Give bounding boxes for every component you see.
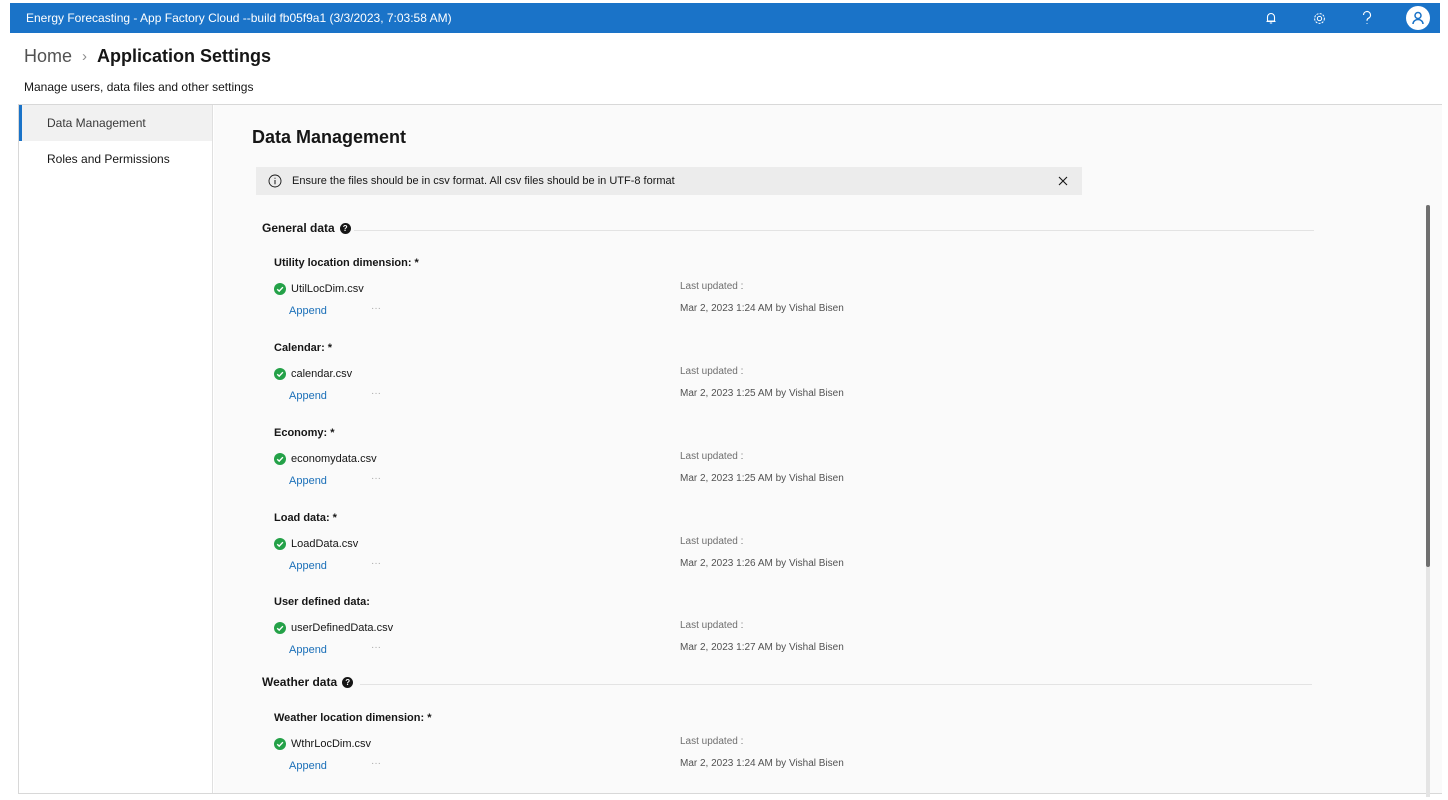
bell-icon[interactable] <box>1262 9 1280 27</box>
item-label: Weather location dimension: * <box>274 712 432 724</box>
section-general-data: General data ? <box>262 221 351 235</box>
check-circle-icon <box>274 622 286 634</box>
append-link[interactable]: Append <box>289 760 327 772</box>
last-updated-value: Mar 2, 2023 1:25 AM by Vishal Bisen <box>680 388 844 399</box>
section-heading: Weather data <box>262 675 338 689</box>
sidebar: Data Management Roles and Permissions <box>19 105 213 793</box>
check-circle-icon <box>274 283 286 295</box>
file-name: WthrLocDim.csv <box>291 738 372 750</box>
breadcrumb: Home › Application Settings <box>24 46 271 67</box>
user-avatar-icon[interactable] <box>1406 6 1430 30</box>
last-updated-label: Last updated : <box>680 736 744 747</box>
scrollbar-thumb[interactable] <box>1426 205 1430 567</box>
data-file-item: User defined data: userDefinedData.csv A… <box>274 596 974 666</box>
section-title: Data Management <box>252 127 407 147</box>
sidebar-item-data-management[interactable]: Data Management <box>19 105 212 141</box>
section-heading: General data <box>262 221 335 235</box>
data-file-item: Utility location dimension: * UtilLocDim… <box>274 257 974 327</box>
help-icon[interactable] <box>1358 9 1376 27</box>
close-icon[interactable] <box>1056 174 1070 188</box>
file-entry: WthrLocDim.csv <box>274 738 371 750</box>
divider <box>360 684 1312 685</box>
vertical-scrollbar[interactable] <box>1426 205 1430 797</box>
data-file-item: Economy: * economydata.csv Append ··· La… <box>274 427 974 497</box>
last-updated-value: Mar 2, 2023 1:25 AM by Vishal Bisen <box>680 473 844 484</box>
item-label: Utility location dimension: * <box>274 257 419 269</box>
section-weather-data: Weather data ? <box>262 675 354 689</box>
file-name: UtilLocDim.csv <box>291 283 364 295</box>
data-file-item: Load data: * LoadData.csv Append ··· Las… <box>274 512 974 582</box>
append-link[interactable]: Append <box>289 644 327 656</box>
file-entry: calendar.csv <box>274 368 352 380</box>
check-circle-icon <box>274 453 286 465</box>
file-name: LoadData.csv <box>291 538 359 550</box>
info-icon <box>268 174 282 188</box>
page-subtitle: Manage users, data files and other setti… <box>24 80 254 94</box>
file-entry: LoadData.csv <box>274 538 358 550</box>
info-notification: Ensure the files should be in csv format… <box>256 167 1082 195</box>
last-updated-value: Mar 2, 2023 1:27 AM by Vishal Bisen <box>680 642 844 653</box>
settings-panel: Data Management Roles and Permissions Da… <box>18 104 1442 797</box>
last-updated-label: Last updated : <box>680 281 744 292</box>
append-link[interactable]: Append <box>289 560 327 572</box>
breadcrumb-home-link[interactable]: Home <box>24 46 72 67</box>
gear-icon[interactable] <box>1310 9 1328 27</box>
last-updated-label: Last updated : <box>680 536 744 547</box>
overflow-menu-icon[interactable]: ··· <box>371 303 381 314</box>
last-updated-label: Last updated : <box>680 451 744 462</box>
sidebar-item-roles-permissions[interactable]: Roles and Permissions <box>19 141 212 177</box>
help-icon[interactable]: ? <box>339 222 351 234</box>
last-updated-value: Mar 2, 2023 1:26 AM by Vishal Bisen <box>680 558 844 569</box>
app-title: Energy Forecasting - App Factory Cloud -… <box>26 11 452 25</box>
overflow-menu-icon[interactable]: ··· <box>371 758 381 769</box>
file-name: userDefinedData.csv <box>291 622 394 634</box>
data-management-content: Data Management Ensure the files should … <box>214 105 1442 797</box>
item-label: Economy: * <box>274 427 335 439</box>
data-file-item: Weather location dimension: * WthrLocDim… <box>274 712 974 782</box>
check-circle-icon <box>274 538 286 550</box>
item-label: User defined data: <box>274 596 370 608</box>
page-title: Application Settings <box>97 46 272 66</box>
notice-text: Ensure the files should be in csv format… <box>292 175 675 187</box>
last-updated-label: Last updated : <box>680 366 744 377</box>
overflow-menu-icon[interactable]: ··· <box>371 642 381 653</box>
item-label: Load data: * <box>274 512 337 524</box>
file-entry: UtilLocDim.csv <box>274 283 364 295</box>
last-updated-label: Last updated : <box>680 620 744 631</box>
divider <box>354 230 1314 231</box>
overflow-menu-icon[interactable]: ··· <box>371 473 381 484</box>
file-entry: userDefinedData.csv <box>274 622 393 634</box>
data-file-item: Calendar: * calendar.csv Append ··· Last… <box>274 342 974 412</box>
chevron-right-icon: › <box>82 48 88 65</box>
file-name: calendar.csv <box>291 368 353 380</box>
append-link[interactable]: Append <box>289 390 327 402</box>
check-circle-icon <box>274 738 286 750</box>
help-icon[interactable]: ? <box>342 676 354 688</box>
append-link[interactable]: Append <box>289 305 327 317</box>
file-name: economydata.csv <box>291 453 377 465</box>
last-updated-value: Mar 2, 2023 1:24 AM by Vishal Bisen <box>680 303 844 314</box>
check-circle-icon <box>274 368 286 380</box>
item-label: Calendar: * <box>274 342 333 354</box>
append-link[interactable]: Append <box>289 475 327 487</box>
overflow-menu-icon[interactable]: ··· <box>371 558 381 569</box>
last-updated-value: Mar 2, 2023 1:24 AM by Vishal Bisen <box>680 758 844 769</box>
app-top-bar: Energy Forecasting - App Factory Cloud -… <box>10 3 1440 33</box>
overflow-menu-icon[interactable]: ··· <box>371 388 381 399</box>
file-entry: economydata.csv <box>274 453 377 465</box>
